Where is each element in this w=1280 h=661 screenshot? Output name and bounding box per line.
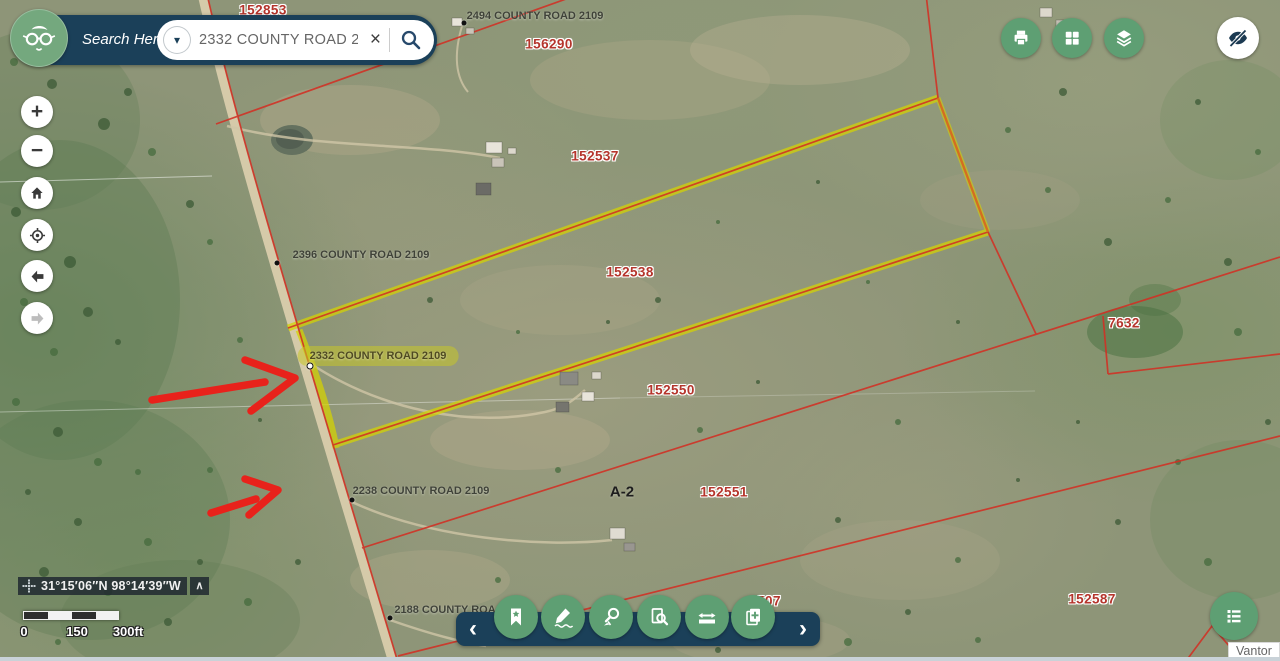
- toolbar-prev-button[interactable]: ‹: [460, 612, 486, 646]
- scale-bar: [23, 611, 119, 620]
- mascot-glasses-icon: [21, 20, 57, 56]
- bottom-edge: [0, 657, 1280, 661]
- print-button[interactable]: [1001, 18, 1041, 58]
- locate-icon: [28, 226, 47, 245]
- search-icon: [399, 28, 423, 52]
- chevron-left-icon: ‹: [469, 615, 477, 642]
- grid-icon: [1062, 28, 1082, 48]
- locate-button[interactable]: [21, 219, 53, 251]
- zoom-in-button[interactable]: +: [21, 96, 53, 128]
- annotation-arrow: [152, 382, 265, 400]
- add-page-icon: [741, 605, 765, 629]
- back-button[interactable]: [21, 260, 53, 292]
- layers-button[interactable]: [1104, 18, 1144, 58]
- pencil-icon: [551, 605, 575, 629]
- arrow-left-icon: [28, 267, 47, 286]
- clear-search-button[interactable]: ×: [366, 29, 385, 51]
- minus-icon: −: [31, 139, 43, 163]
- add-content-button[interactable]: [731, 595, 775, 639]
- hide-ui-button[interactable]: [1217, 17, 1259, 59]
- search-type-dropdown[interactable]: ▾: [163, 26, 191, 54]
- coordinates-text: 31°15′06″N 98°14′39″W: [41, 579, 181, 593]
- divider: [389, 28, 390, 52]
- toolbar-next-button[interactable]: ›: [790, 612, 816, 646]
- close-icon: ×: [370, 29, 381, 50]
- zoom-out-button[interactable]: −: [21, 135, 53, 167]
- search-button[interactable]: [394, 28, 428, 52]
- forward-button[interactable]: [21, 302, 53, 334]
- coordinates-expand-button[interactable]: ∧: [190, 577, 209, 595]
- measure-icon: [695, 605, 719, 629]
- draw-button[interactable]: [541, 595, 585, 639]
- search-field-group: ▾ ×: [157, 20, 434, 60]
- map-viewer: 1528531562901525371525381525501525517632…: [0, 0, 1280, 661]
- eye-off-icon: [1226, 26, 1250, 50]
- search-bar: Search Here: ▾ ×: [12, 15, 437, 65]
- app-logo[interactable]: [10, 9, 68, 67]
- map-overlay: [0, 0, 1280, 661]
- spatial-search-icon: [599, 605, 623, 629]
- legend-list-icon: [1222, 604, 1246, 628]
- move-crosshair-icon: [22, 579, 36, 593]
- scale-end-label: 300ft: [113, 624, 143, 639]
- bookmarks-button[interactable]: [494, 595, 538, 639]
- home-icon: [28, 184, 46, 202]
- scale-middle-label: 150: [66, 624, 88, 639]
- chevron-right-icon: ›: [799, 615, 807, 642]
- apps-button[interactable]: [1052, 18, 1092, 58]
- plus-icon: +: [31, 100, 43, 124]
- terrain-patches: [0, 15, 1280, 661]
- scale-start-label: 0: [20, 624, 27, 639]
- search-input[interactable]: [191, 32, 366, 48]
- bookmark-star-icon: [504, 605, 528, 629]
- document-search-icon: [647, 605, 671, 629]
- layers-icon: [1113, 27, 1135, 49]
- spatial-search-button[interactable]: [589, 595, 633, 639]
- measure-button[interactable]: [685, 595, 729, 639]
- coordinates-readout: 31°15′06″N 98°14′39″W: [18, 577, 187, 595]
- document-search-button[interactable]: [637, 595, 681, 639]
- legend-button[interactable]: [1210, 592, 1258, 640]
- home-button[interactable]: [21, 177, 53, 209]
- arrow-right-icon: [28, 309, 47, 328]
- chevron-up-icon: ∧: [195, 580, 203, 592]
- printer-icon: [1010, 27, 1032, 49]
- chevron-down-icon: ▾: [174, 33, 180, 47]
